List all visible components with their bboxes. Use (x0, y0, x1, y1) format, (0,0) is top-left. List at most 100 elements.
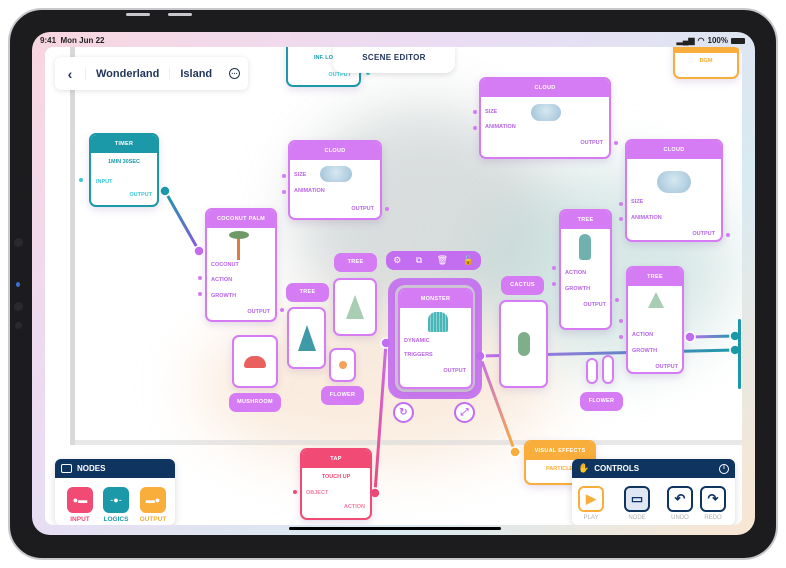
cactus-icon (517, 332, 530, 356)
port-output[interactable]: OUTPUT (247, 309, 270, 315)
port-dot[interactable] (282, 174, 286, 178)
port-output[interactable]: OUTPUT (655, 364, 678, 370)
asset-card-tree[interactable] (287, 307, 326, 369)
redo-button[interactable]: ↷ (700, 486, 726, 512)
asset-label-flower[interactable]: FLOWER (321, 386, 364, 405)
port-action[interactable]: ACTION (565, 270, 586, 276)
port-output[interactable]: OUTPUT (692, 231, 715, 237)
port-animation[interactable]: ANIMATION (631, 215, 662, 221)
breadcrumb-item-wonderland[interactable]: Wonderland (85, 67, 169, 80)
port-output[interactable]: OUTPUT (443, 368, 466, 374)
port-dot[interactable] (619, 202, 623, 206)
port-dot[interactable] (619, 217, 623, 221)
asset-label-cactus[interactable]: CACTUS (501, 276, 544, 295)
play-button[interactable]: ▶ (578, 486, 604, 512)
port-action[interactable]: ACTION (211, 277, 232, 283)
port-dot[interactable] (552, 266, 556, 270)
port-dot[interactable] (615, 298, 619, 302)
more-icon[interactable]: … (229, 68, 240, 79)
port-dot[interactable] (282, 190, 286, 194)
node-tap[interactable]: TAP TOUCH UP OBJECT ACTION (300, 448, 372, 520)
node-tree[interactable]: TREE ACTION GROWTH OUTPUT (626, 266, 684, 374)
port-animation[interactable]: ANIMATION (294, 188, 325, 194)
nodes-panel-header: NODES (55, 459, 175, 478)
node-cloud[interactable]: CLOUD SIZE ANIMATION OUTPUT (479, 77, 611, 159)
asset-card-cactus[interactable] (499, 300, 548, 388)
back-button[interactable]: ‹ (55, 66, 85, 82)
controls-panel: ✋ CONTROLS i ▶ ▭ ↶ ↷ PLAY NODE UNDO REDO (572, 459, 735, 525)
port-growth[interactable]: GROWTH (632, 348, 657, 354)
port-output[interactable]: OUTPUT (580, 140, 603, 146)
home-indicator[interactable] (289, 527, 501, 530)
rotate-button[interactable]: ↻ (393, 402, 414, 423)
asset-card-mushroom[interactable] (232, 335, 278, 388)
info-icon[interactable]: i (719, 463, 729, 474)
camera-sensor (14, 238, 23, 247)
port-output[interactable]: OUTPUT (351, 206, 374, 212)
port-object[interactable]: OBJECT (306, 490, 328, 496)
controls-panel-header: ✋ CONTROLS i (572, 459, 735, 478)
asset-label-tree[interactable]: TREE (286, 283, 329, 302)
port-action[interactable]: ACTION (632, 332, 653, 338)
port-dot[interactable] (293, 490, 297, 494)
asset-label-flower[interactable]: FLOWER (580, 392, 623, 411)
asset-label-tree[interactable]: TREE (334, 253, 377, 272)
port-action[interactable]: ACTION (344, 504, 365, 510)
settings-icon[interactable]: ⚙ (393, 255, 401, 266)
port-dynamic[interactable]: DYNAMIC (404, 338, 430, 344)
port-output[interactable]: OUTPUT (129, 192, 152, 198)
node-timer[interactable]: TIMER 1MIN 30SEC INPUT OUTPUT (89, 133, 159, 207)
port-input[interactable]: INPUT (96, 179, 113, 185)
port-dot[interactable] (79, 178, 83, 182)
output-node-button[interactable]: ▬● (140, 487, 166, 513)
duplicate-icon[interactable]: ⧉ (416, 255, 422, 266)
port-dot[interactable] (280, 308, 284, 312)
port-dot[interactable] (619, 335, 623, 339)
undo-button[interactable]: ↶ (667, 486, 693, 512)
node-monster[interactable]: MONSTER DYNAMIC TRIGGERS OUTPUT (398, 288, 473, 389)
port-size[interactable]: SIZE (294, 172, 306, 178)
node-label: NODE (628, 515, 646, 521)
node-header: MONSTER (400, 290, 471, 308)
asset-card-flower[interactable] (329, 348, 356, 382)
port-dot[interactable] (198, 292, 202, 296)
offscreen-node-edge (738, 319, 741, 389)
port-dot[interactable] (552, 282, 556, 286)
port-dot[interactable] (473, 126, 477, 130)
breadcrumb-item-island[interactable]: Island (169, 67, 222, 80)
port-growth[interactable]: GROWTH (565, 286, 590, 292)
port-size[interactable]: SIZE (631, 199, 643, 205)
input-node-button[interactable]: ●▬ (67, 487, 93, 513)
port-animation[interactable]: ANIMATION (485, 124, 516, 130)
port-dot[interactable] (198, 276, 202, 280)
port-output[interactable]: OUTPUT (583, 302, 606, 308)
node-button[interactable]: ▭ (624, 486, 650, 512)
asset-label-mushroom[interactable]: MUSHROOM (229, 393, 281, 412)
link-tap-monster (373, 342, 388, 494)
node-coconut-palm[interactable]: COCONUT PALM COCONUT ACTION GROWTH OUTPU… (205, 208, 277, 322)
unlock-icon[interactable]: 🔓 (463, 255, 474, 266)
port-triggers[interactable]: TRIGGERS (404, 352, 433, 358)
node-cloud[interactable]: CLOUD SIZE ANIMATION OUTPUT (288, 140, 382, 220)
battery-percent: 100% (707, 36, 728, 45)
port-dot[interactable] (726, 233, 730, 237)
resize-button[interactable]: ⤢ (454, 402, 475, 423)
node-bgm[interactable]: BGM (673, 47, 739, 79)
port-dot[interactable] (619, 319, 623, 323)
asset-card-flower[interactable] (586, 358, 598, 384)
logics-node-button[interactable]: -●- (103, 487, 129, 513)
port-coconut[interactable]: COCONUT (211, 262, 239, 268)
node-cloud[interactable]: CLOUD SIZE ANIMATION OUTPUT (625, 139, 723, 242)
node-header: TREE (561, 211, 610, 229)
scene-canvas[interactable]: INF. LOOP OUTPUT BGM ‹ Wonderland Island… (45, 47, 742, 525)
port-dot[interactable] (385, 207, 389, 211)
port-dot[interactable] (614, 141, 618, 145)
port-dot[interactable] (473, 110, 477, 114)
asset-card-flower[interactable] (602, 355, 614, 384)
delete-icon[interactable]: 🗑 (437, 255, 448, 266)
asset-card-tree[interactable] (333, 278, 377, 336)
port-growth[interactable]: GROWTH (211, 293, 236, 299)
port-size[interactable]: SIZE (485, 109, 497, 115)
node-tree[interactable]: TREE ACTION GROWTH OUTPUT (559, 209, 612, 330)
controls-panel-title: CONTROLS (594, 464, 640, 473)
